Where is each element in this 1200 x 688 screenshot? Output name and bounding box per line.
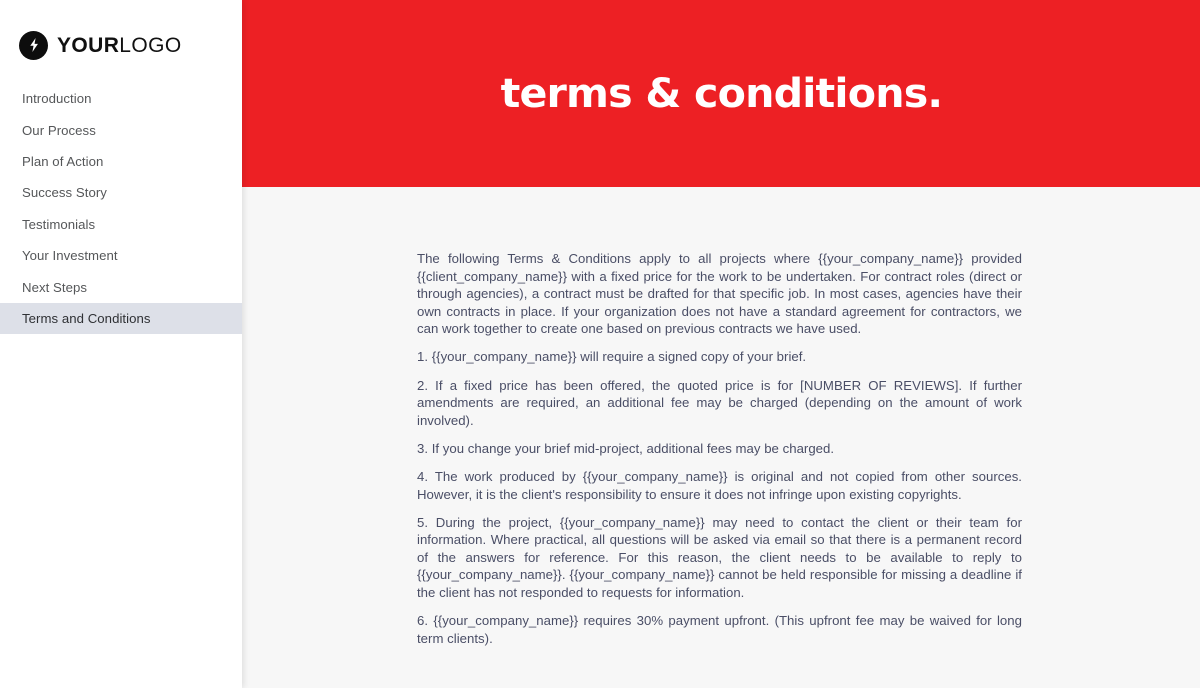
- sidebar-item-testimonials[interactable]: Testimonials: [0, 209, 242, 240]
- sidebar-item-label: Next Steps: [22, 279, 88, 295]
- logo-text-light: LOGO: [119, 33, 182, 57]
- sidebar-item-label: Introduction: [22, 91, 92, 107]
- terms-clause-3: 3. If you change your brief mid-project,…: [417, 440, 835, 456]
- terms-clause-5: 5. During the project, {{your_company_na…: [417, 514, 1022, 600]
- sidebar-nav: Introduction Our Process Plan of Action …: [0, 83, 242, 335]
- page-banner: terms & conditions.: [242, 0, 1200, 187]
- sidebar-item-introduction[interactable]: Introduction: [0, 83, 242, 114]
- logo-text: YOURLOGO: [57, 35, 182, 56]
- terms-document: The following Terms & Conditions apply t…: [417, 187, 1022, 647]
- page-title: terms & conditions.: [500, 70, 943, 117]
- terms-clause-1: 1. {{your_company_name}} will require a …: [417, 349, 807, 365]
- sidebar-item-label: Our Process: [22, 122, 96, 138]
- terms-paragraph-intro: The following Terms & Conditions apply t…: [417, 251, 1022, 337]
- sidebar-item-plan-of-action[interactable]: Plan of Action: [0, 146, 242, 177]
- main-content: terms & conditions. The following Terms …: [242, 0, 1200, 688]
- logo-text-bold: YOUR: [57, 33, 120, 57]
- sidebar-item-your-investment[interactable]: Your Investment: [0, 240, 242, 271]
- sidebar-item-label: Terms and Conditions: [22, 310, 151, 326]
- sidebar: YOURLOGO Introduction Our Process Plan o…: [0, 0, 242, 688]
- proposal-page: YOURLOGO Introduction Our Process Plan o…: [0, 0, 1200, 688]
- sidebar-item-label: Your Investment: [22, 248, 118, 264]
- lightning-bolt-icon: [19, 30, 48, 60]
- sidebar-item-label: Success Story: [22, 185, 107, 201]
- sidebar-item-success-story[interactable]: Success Story: [0, 177, 242, 208]
- sidebar-item-our-process[interactable]: Our Process: [0, 114, 242, 145]
- sidebar-item-label: Plan of Action: [22, 153, 104, 169]
- logo[interactable]: YOURLOGO: [19, 28, 182, 62]
- sidebar-item-label: Testimonials: [22, 216, 96, 232]
- terms-clause-4: 4. The work produced by {{your_company_n…: [417, 468, 1022, 502]
- sidebar-item-terms-and-conditions[interactable]: Terms and Conditions: [0, 302, 242, 335]
- sidebar-item-next-steps[interactable]: Next Steps: [0, 271, 242, 302]
- terms-clause-6: 6. {{your_company_name}} requires 30% pa…: [417, 613, 1022, 646]
- terms-clause-2: 2. If a fixed price has been offered, th…: [417, 377, 1022, 428]
